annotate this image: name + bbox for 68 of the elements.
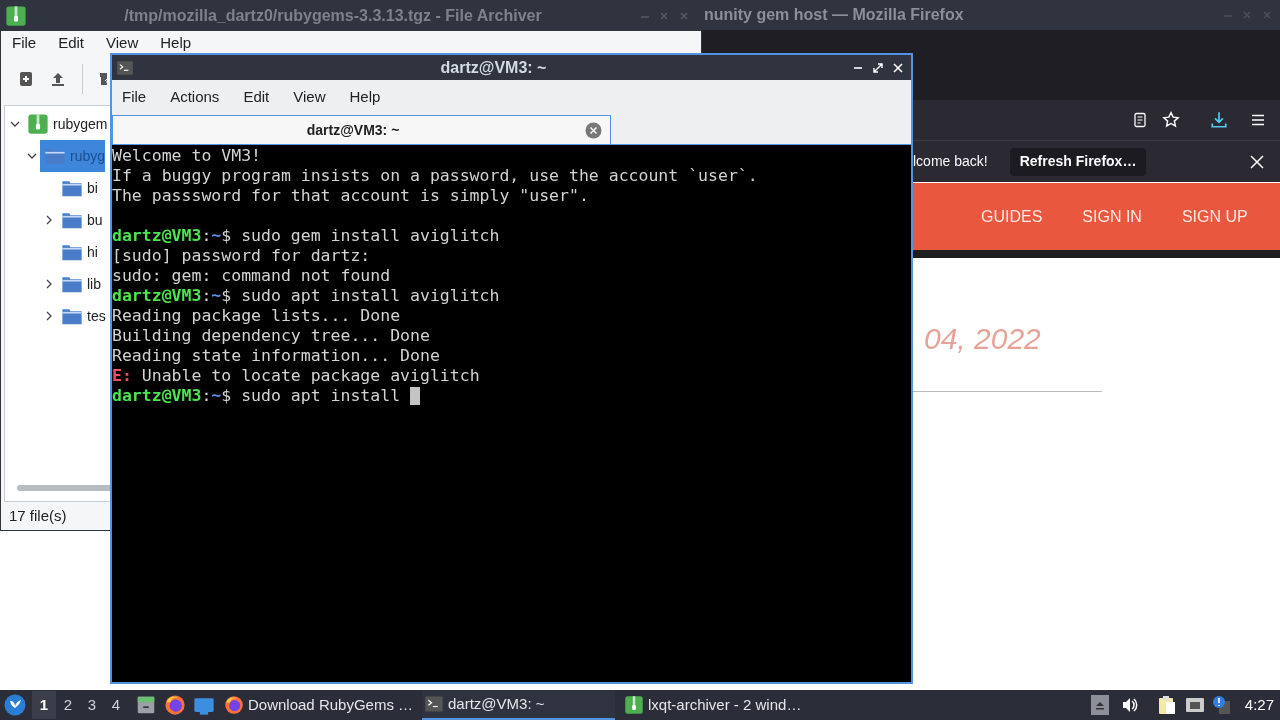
terminal-line: [sudo] password for dartz: (112, 246, 371, 266)
tree-item[interactable]: hi (57, 236, 98, 268)
menu-item[interactable]: Edit (58, 33, 85, 53)
notification-message: lcome back! (913, 152, 988, 171)
tree-item[interactable]: tes (57, 300, 106, 332)
notification-icon[interactable] (1210, 695, 1231, 715)
tree-item[interactable]: bi (57, 172, 98, 204)
file-cabinet-icon[interactable] (135, 694, 157, 716)
terminal-line: dartz@VM3:~$ sudo gem install aviglitch (112, 226, 500, 246)
browser-globe-icon (224, 695, 244, 715)
download-icon[interactable] (1210, 111, 1228, 129)
terminal-line: If a buggy program insists on a password, use the account `user`. (112, 166, 758, 186)
window-title: dartz@VM3: ~ (439, 57, 548, 78)
tree-item[interactable]: rubygem (23, 108, 108, 140)
taskbar-task[interactable]: Download RubyGems … (222, 690, 415, 720)
taskbar-task[interactable]: dartz@VM3: ~ (422, 690, 615, 720)
maximize-icon[interactable] (873, 62, 883, 73)
upload-icon[interactable] (50, 71, 66, 87)
clipboard-icon[interactable] (1156, 695, 1177, 715)
terminal-line: dartz@VM3:~$ sudo apt install aviglitch (112, 286, 500, 306)
desktop-switch[interactable]: 3 (80, 691, 104, 719)
menu-item[interactable]: Edit (243, 85, 270, 109)
window-title: /tmp/mozilla_dartz0/rubygems-3.3.13.tgz - File Archiver (123, 6, 543, 26)
tree-item[interactable]: lib (57, 268, 101, 300)
add-file-icon[interactable] (18, 71, 34, 87)
terminal-line: Reading state information... Done (112, 346, 440, 366)
browser-globe-icon[interactable] (164, 694, 186, 716)
terminal-line: dartz@VM3:~$ sudo apt install (112, 386, 402, 406)
terminal-icon (116, 58, 134, 77)
date-text: 04, 2022 (923, 321, 1042, 357)
terminal-line: Welcome to VM3! (112, 146, 261, 166)
archive-box-icon[interactable] (99, 71, 107, 87)
terminal-line: E: Unable to locate package aviglitch (112, 366, 480, 386)
terminal-icon (424, 694, 444, 714)
window-title: nunity gem host — Mozilla Firefox (704, 5, 965, 25)
menu-item[interactable]: Actions (170, 85, 220, 109)
close-icon[interactable] (1250, 154, 1264, 169)
taskbar-task[interactable]: lxqt-archiver - 2 wind… (622, 690, 815, 720)
start-menu-icon[interactable] (4, 694, 26, 716)
volume-icon[interactable] (1120, 696, 1139, 714)
terminal-line: The passsword for that account is simply "user". (112, 186, 589, 206)
zip-archive-icon (27, 113, 49, 135)
desktop-switch[interactable]: 1 (32, 691, 56, 719)
menu-item[interactable]: View (293, 85, 326, 109)
terminal-line: Reading package lists... Done (112, 306, 401, 326)
status-text: 17 file(s) (8, 505, 68, 526)
terminal-tab[interactable]: dartz@VM3: ~ (112, 115, 611, 144)
menu-icon[interactable] (1250, 112, 1266, 128)
zip-archive-icon (5, 5, 27, 27)
menu-item[interactable]: File (122, 85, 147, 109)
desktop-switch[interactable]: 4 (104, 691, 128, 719)
terminal-line: Building dependency tree... Done (112, 326, 430, 346)
reader-view-icon[interactable] (1132, 112, 1148, 128)
close-icon[interactable] (893, 62, 903, 73)
horizontal-scrollbar[interactable] (17, 485, 112, 491)
clock: 4:27 (1244, 694, 1274, 715)
menu-item[interactable]: Help (349, 85, 381, 109)
network-icon[interactable] (1184, 695, 1205, 715)
menu-item[interactable]: View (106, 33, 139, 53)
star-icon[interactable] (1162, 111, 1180, 129)
refresh-button[interactable]: Refresh Firefox… (1009, 147, 1147, 176)
terminal-line: sudo: gem: command not found (112, 266, 391, 286)
tree-item[interactable]: bu (57, 204, 103, 236)
menu-item[interactable]: File (12, 33, 37, 53)
zip-archive-icon (624, 695, 644, 715)
eject-icon[interactable] (1090, 695, 1109, 715)
menu-item[interactable]: Help (160, 33, 192, 53)
desktop-switch[interactable]: 2 (56, 691, 80, 719)
